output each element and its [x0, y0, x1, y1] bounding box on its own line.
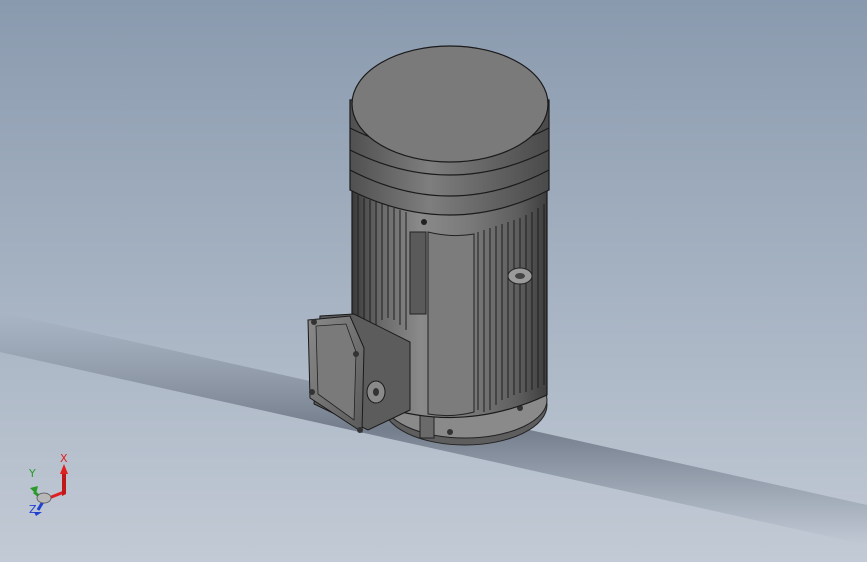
y-axis-label: Y: [29, 467, 36, 480]
coordinate-triad: X Y Z: [22, 452, 82, 520]
fan-cover: [349, 45, 550, 216]
x-axis-label: X: [60, 452, 68, 465]
z-axis-label: Z: [29, 503, 37, 516]
graphics-viewport[interactable]: X Y Z: [0, 0, 867, 562]
motor-model[interactable]: [0, 0, 867, 562]
